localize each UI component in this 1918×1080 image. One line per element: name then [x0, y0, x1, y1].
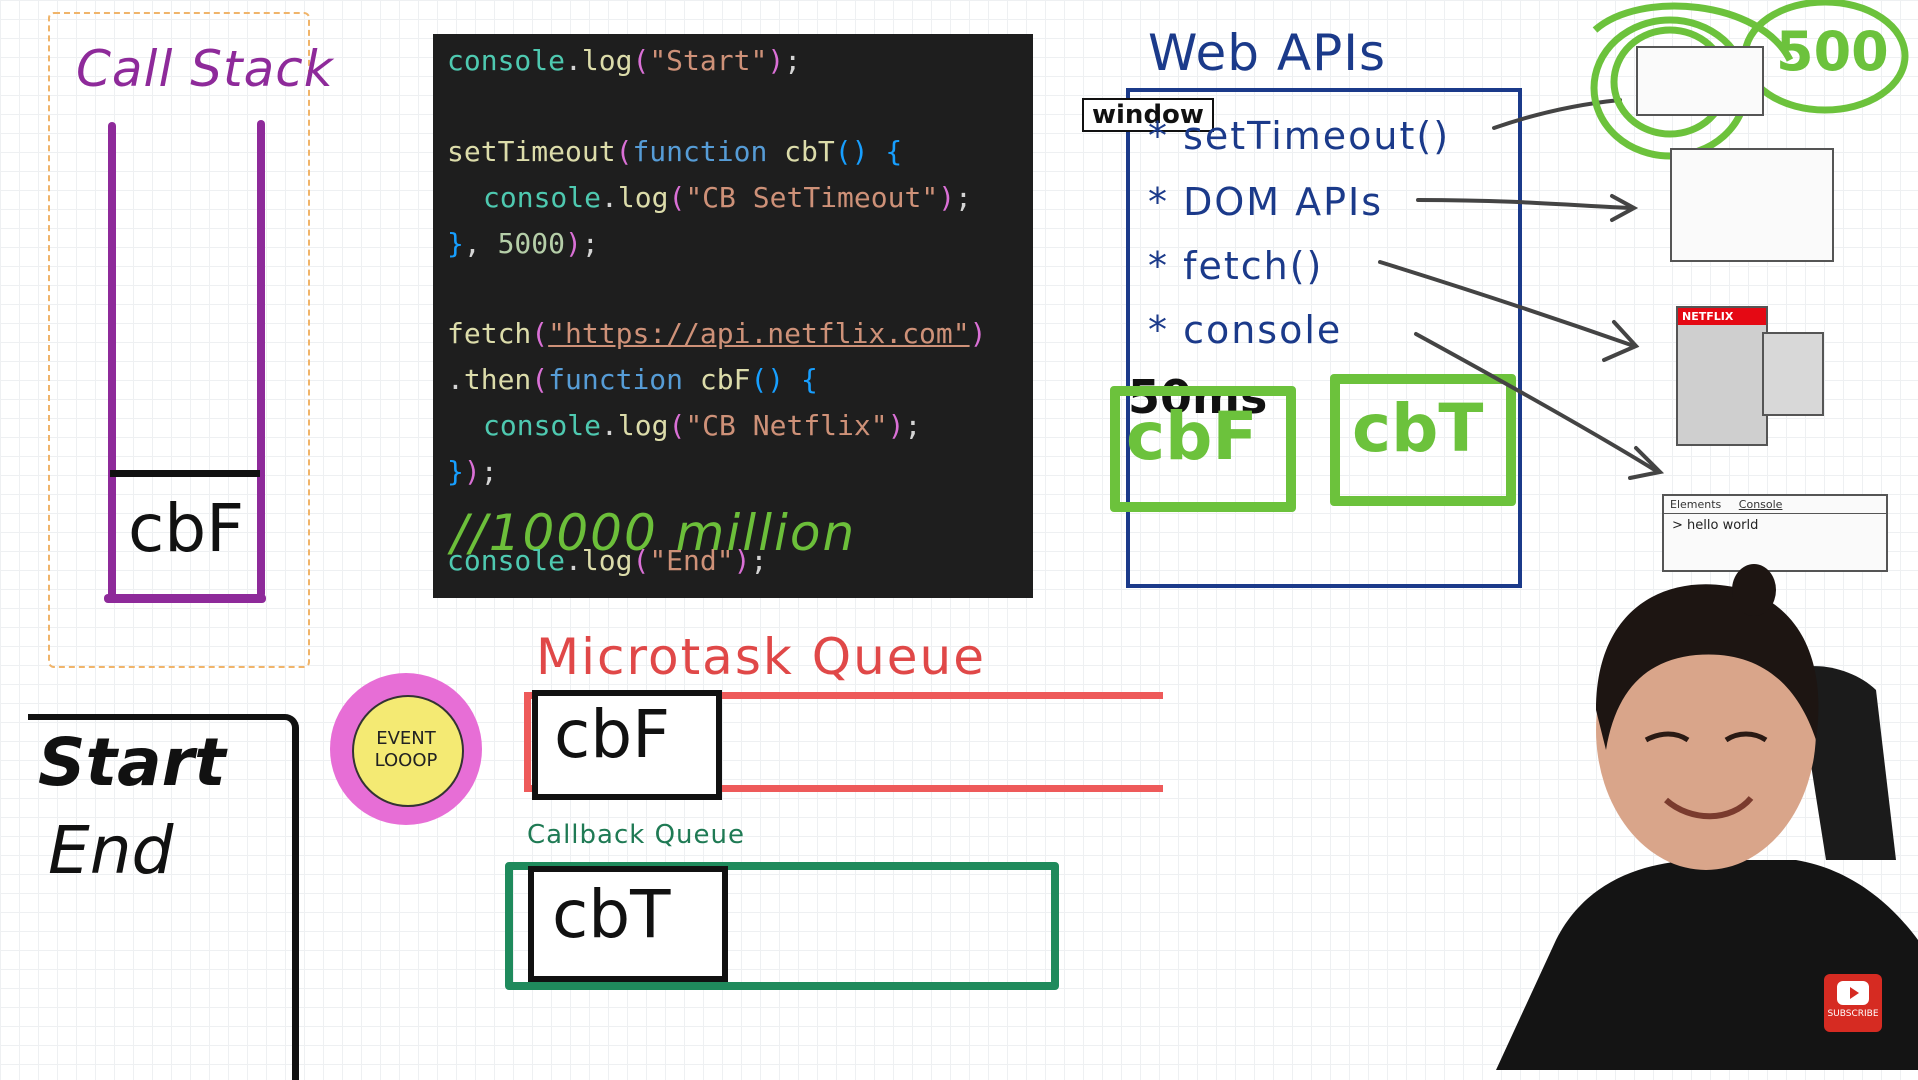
timer-badge: 500 — [1776, 20, 1889, 83]
microtask-queue-title: Microtask Queue — [536, 628, 986, 686]
devtools-tab: Console — [1738, 498, 1783, 511]
microtask-queue-item-label: cbF — [554, 696, 671, 773]
event-loop-label-line: LOOOP — [374, 750, 438, 771]
devtools-tab: Elements — [1670, 498, 1722, 511]
console-output-line: End — [48, 812, 174, 889]
netflix-sketch-mobile — [1762, 332, 1824, 416]
callback-queue-title: Callback Queue — [527, 820, 746, 850]
console-output-line: Start — [38, 724, 226, 801]
event-loop-label-line: EVENT — [376, 728, 436, 749]
devtools-tabs: Elements Console — [1664, 496, 1886, 514]
youtube-subscribe-button[interactable]: SUBSCRIBE — [1824, 974, 1882, 1032]
dom-html-sketch — [1670, 148, 1834, 262]
youtube-play-icon — [1837, 981, 1869, 1005]
timer-sketch — [1636, 46, 1764, 116]
netflix-sketch: NETFLIX — [1676, 306, 1768, 446]
devtools-output: > hello world — [1672, 518, 1759, 533]
subscribe-label: SUBSCRIBE — [1827, 1009, 1879, 1019]
event-loop-label: EVENT LOOOP — [352, 728, 460, 772]
callback-queue-item-label: cbT — [552, 876, 671, 953]
netflix-label: NETFLIX — [1678, 308, 1766, 325]
